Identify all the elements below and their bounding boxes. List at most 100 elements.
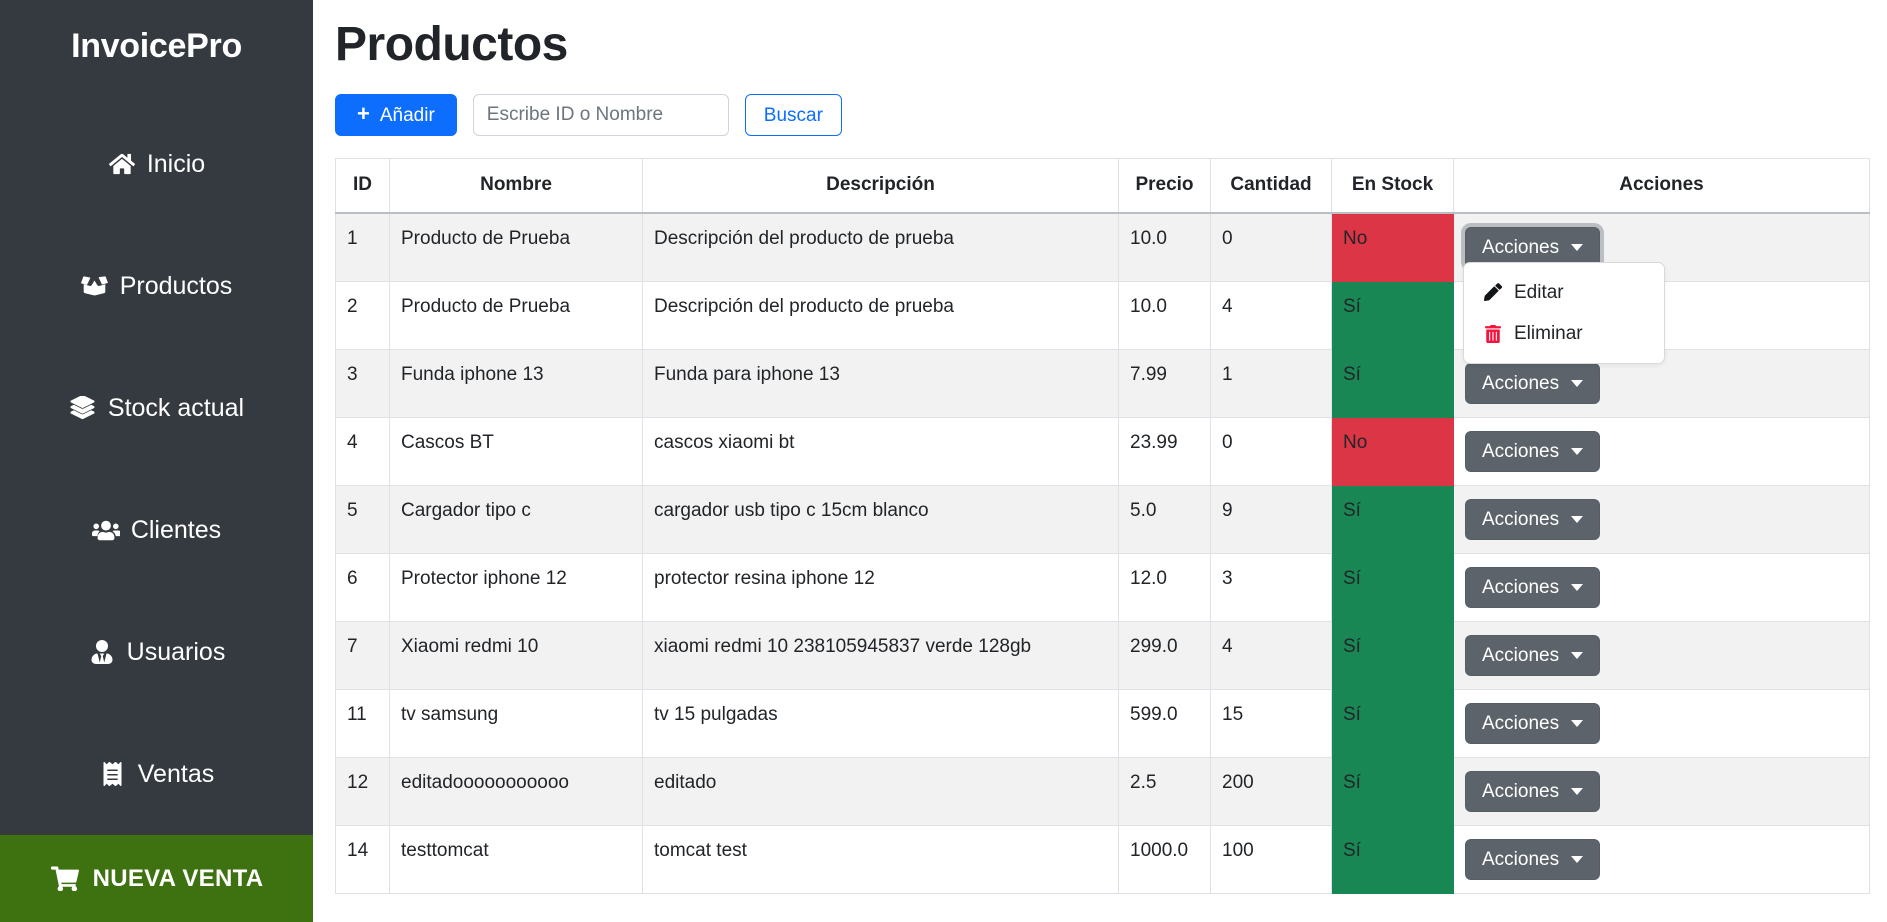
cell-cantidad: 3 [1210, 552, 1332, 622]
dropdown-item-editar[interactable]: Editar [1464, 272, 1664, 313]
stock-badge: Sí [1331, 620, 1454, 690]
chevron-down-icon [1571, 379, 1584, 387]
cell-nombre: Producto de Prueba [389, 212, 643, 282]
cell-cantidad: 15 [1210, 688, 1332, 758]
table-header-row: ID Nombre Descripción Precio Cantidad En… [335, 158, 1870, 214]
sidebar-nav: Inicio Productos Stock actual Clientes U… [0, 75, 313, 835]
cell-precio: 5.0 [1118, 484, 1211, 554]
cell-acciones: Acciones [1453, 620, 1870, 690]
cell-id: 2 [335, 280, 390, 350]
cell-precio: 299.0 [1118, 620, 1211, 690]
acciones-button-label: Acciones [1482, 236, 1560, 258]
table-head: ID Nombre Descripción Precio Cantidad En… [335, 158, 1870, 214]
stock-badge: Sí [1331, 552, 1454, 622]
cell-acciones: Acciones Editar Eliminar [1453, 212, 1870, 365]
sidebar-item-usuarios[interactable]: Usuarios [0, 591, 313, 713]
sidebar-item-clientes[interactable]: Clientes [0, 469, 313, 591]
cell-id: 11 [335, 688, 390, 758]
acciones-dropdown-button[interactable]: Acciones [1465, 566, 1601, 608]
cell-nombre: tv samsung [389, 688, 643, 758]
acciones-button-label: Acciones [1482, 848, 1560, 870]
dropdown-item-label: Eliminar [1514, 322, 1583, 344]
cell-acciones: Acciones [1453, 688, 1870, 758]
search-button[interactable]: Buscar [744, 94, 842, 137]
chevron-down-icon [1571, 583, 1584, 591]
cell-descripcion: Funda para iphone 13 [642, 348, 1119, 418]
acciones-button-label: Acciones [1482, 576, 1560, 598]
cell-id: 4 [335, 416, 390, 486]
acciones-dropdown-button[interactable]: Acciones [1465, 362, 1601, 404]
cell-descripcion: Descripción del producto de prueba [642, 280, 1119, 350]
sidebar-item-label: Inicio [146, 149, 206, 178]
add-product-button[interactable]: + Añadir [335, 94, 457, 137]
table-row: 6 Protector iphone 12 protector resina iph… [335, 552, 1870, 622]
table-row: 5 Cargador tipo c cargador usb tipo c 15cm… [335, 484, 1870, 554]
chevron-down-icon [1571, 515, 1584, 523]
acciones-dropdown-button[interactable]: Acciones [1465, 634, 1601, 676]
cell-descripcion: Descripción del producto de prueba [642, 212, 1119, 282]
cell-precio: 10.0 [1118, 212, 1211, 282]
dropdown-item-eliminar[interactable]: Eliminar [1464, 313, 1664, 354]
home-icon [108, 151, 136, 177]
cell-precio: 2.5 [1118, 756, 1211, 826]
users-icon [91, 517, 120, 543]
cell-cantidad: 4 [1210, 280, 1332, 350]
cell-precio: 12.0 [1118, 552, 1211, 622]
pencil-icon [1483, 282, 1503, 302]
column-header-cantidad: Cantidad [1210, 158, 1332, 214]
table-row: 12 editadooooooooooo editado 2.5 200 Sí Accion… [335, 756, 1870, 826]
table-body: 1 Producto de Prueba Descripción del produ… [335, 212, 1870, 894]
cell-id: 7 [335, 620, 390, 690]
cell-nombre: Cargador tipo c [389, 484, 643, 554]
cell-descripcion: cargador usb tipo c 15cm blanco [642, 484, 1119, 554]
products-table: ID Nombre Descripción Precio Cantidad En… [335, 158, 1870, 894]
cell-nombre: Funda iphone 13 [389, 348, 643, 418]
products-table-wrapper: ID Nombre Descripción Precio Cantidad En… [335, 158, 1870, 894]
cell-descripcion: cascos xiaomi bt [642, 416, 1119, 486]
acciones-dropdown-button[interactable]: Acciones [1465, 838, 1601, 880]
shopping-cart-icon [50, 865, 80, 892]
nueva-venta-button[interactable]: NUEVA VENTA [0, 835, 313, 922]
acciones-dropdown-button[interactable]: Acciones [1465, 430, 1601, 472]
sidebar-item-inicio[interactable]: Inicio [0, 103, 313, 225]
cell-nombre: Xiaomi redmi 10 [389, 620, 643, 690]
search-input[interactable] [472, 94, 729, 137]
stock-badge: Sí [1331, 824, 1454, 894]
cell-cantidad: 200 [1210, 756, 1332, 826]
nueva-venta-label: NUEVA VENTA [92, 864, 264, 892]
cell-id: 6 [335, 552, 390, 622]
main-content: Productos + Añadir Buscar ID Nombre D [313, 0, 1887, 922]
acciones-dropdown-button[interactable]: Acciones [1465, 498, 1601, 540]
cell-precio: 23.99 [1118, 416, 1211, 486]
cell-cantidad: 100 [1210, 824, 1332, 894]
sidebar-item-label: Productos [119, 271, 233, 300]
cell-acciones: Acciones [1453, 756, 1870, 826]
chevron-down-icon [1571, 447, 1584, 455]
cell-id: 3 [335, 348, 390, 418]
acciones-dropdown-button[interactable]: Acciones [1465, 702, 1601, 744]
acciones-dropdown-button[interactable]: Acciones [1465, 770, 1601, 812]
cell-acciones: Acciones [1453, 552, 1870, 622]
sidebar-item-ventas[interactable]: Ventas [0, 713, 313, 835]
chevron-down-icon [1571, 855, 1584, 863]
cell-descripcion: editado [642, 756, 1119, 826]
cell-id: 5 [335, 484, 390, 554]
user-tie-icon [88, 639, 116, 665]
acciones-dropdown-menu: Editar Eliminar [1463, 261, 1665, 365]
cell-descripcion: tv 15 pulgadas [642, 688, 1119, 758]
cell-nombre: Cascos BT [389, 416, 643, 486]
cell-nombre: Protector iphone 12 [389, 552, 643, 622]
stock-badge: Sí [1331, 280, 1454, 350]
cell-cantidad: 0 [1210, 416, 1332, 486]
layers-icon [69, 395, 97, 421]
acciones-button-label: Acciones [1482, 644, 1560, 666]
table-row: 14 testtomcat tomcat test 1000.0 100 Sí Accion… [335, 824, 1870, 894]
cell-precio: 599.0 [1118, 688, 1211, 758]
sidebar-item-productos[interactable]: Productos [0, 225, 313, 347]
acciones-button-label: Acciones [1482, 440, 1560, 462]
cell-nombre: testtomcat [389, 824, 643, 894]
page-title: Productos [335, 18, 568, 71]
cell-cantidad: 0 [1210, 212, 1332, 282]
sidebar-item-stock-actual[interactable]: Stock actual [0, 347, 313, 469]
trash-icon [1483, 324, 1503, 344]
